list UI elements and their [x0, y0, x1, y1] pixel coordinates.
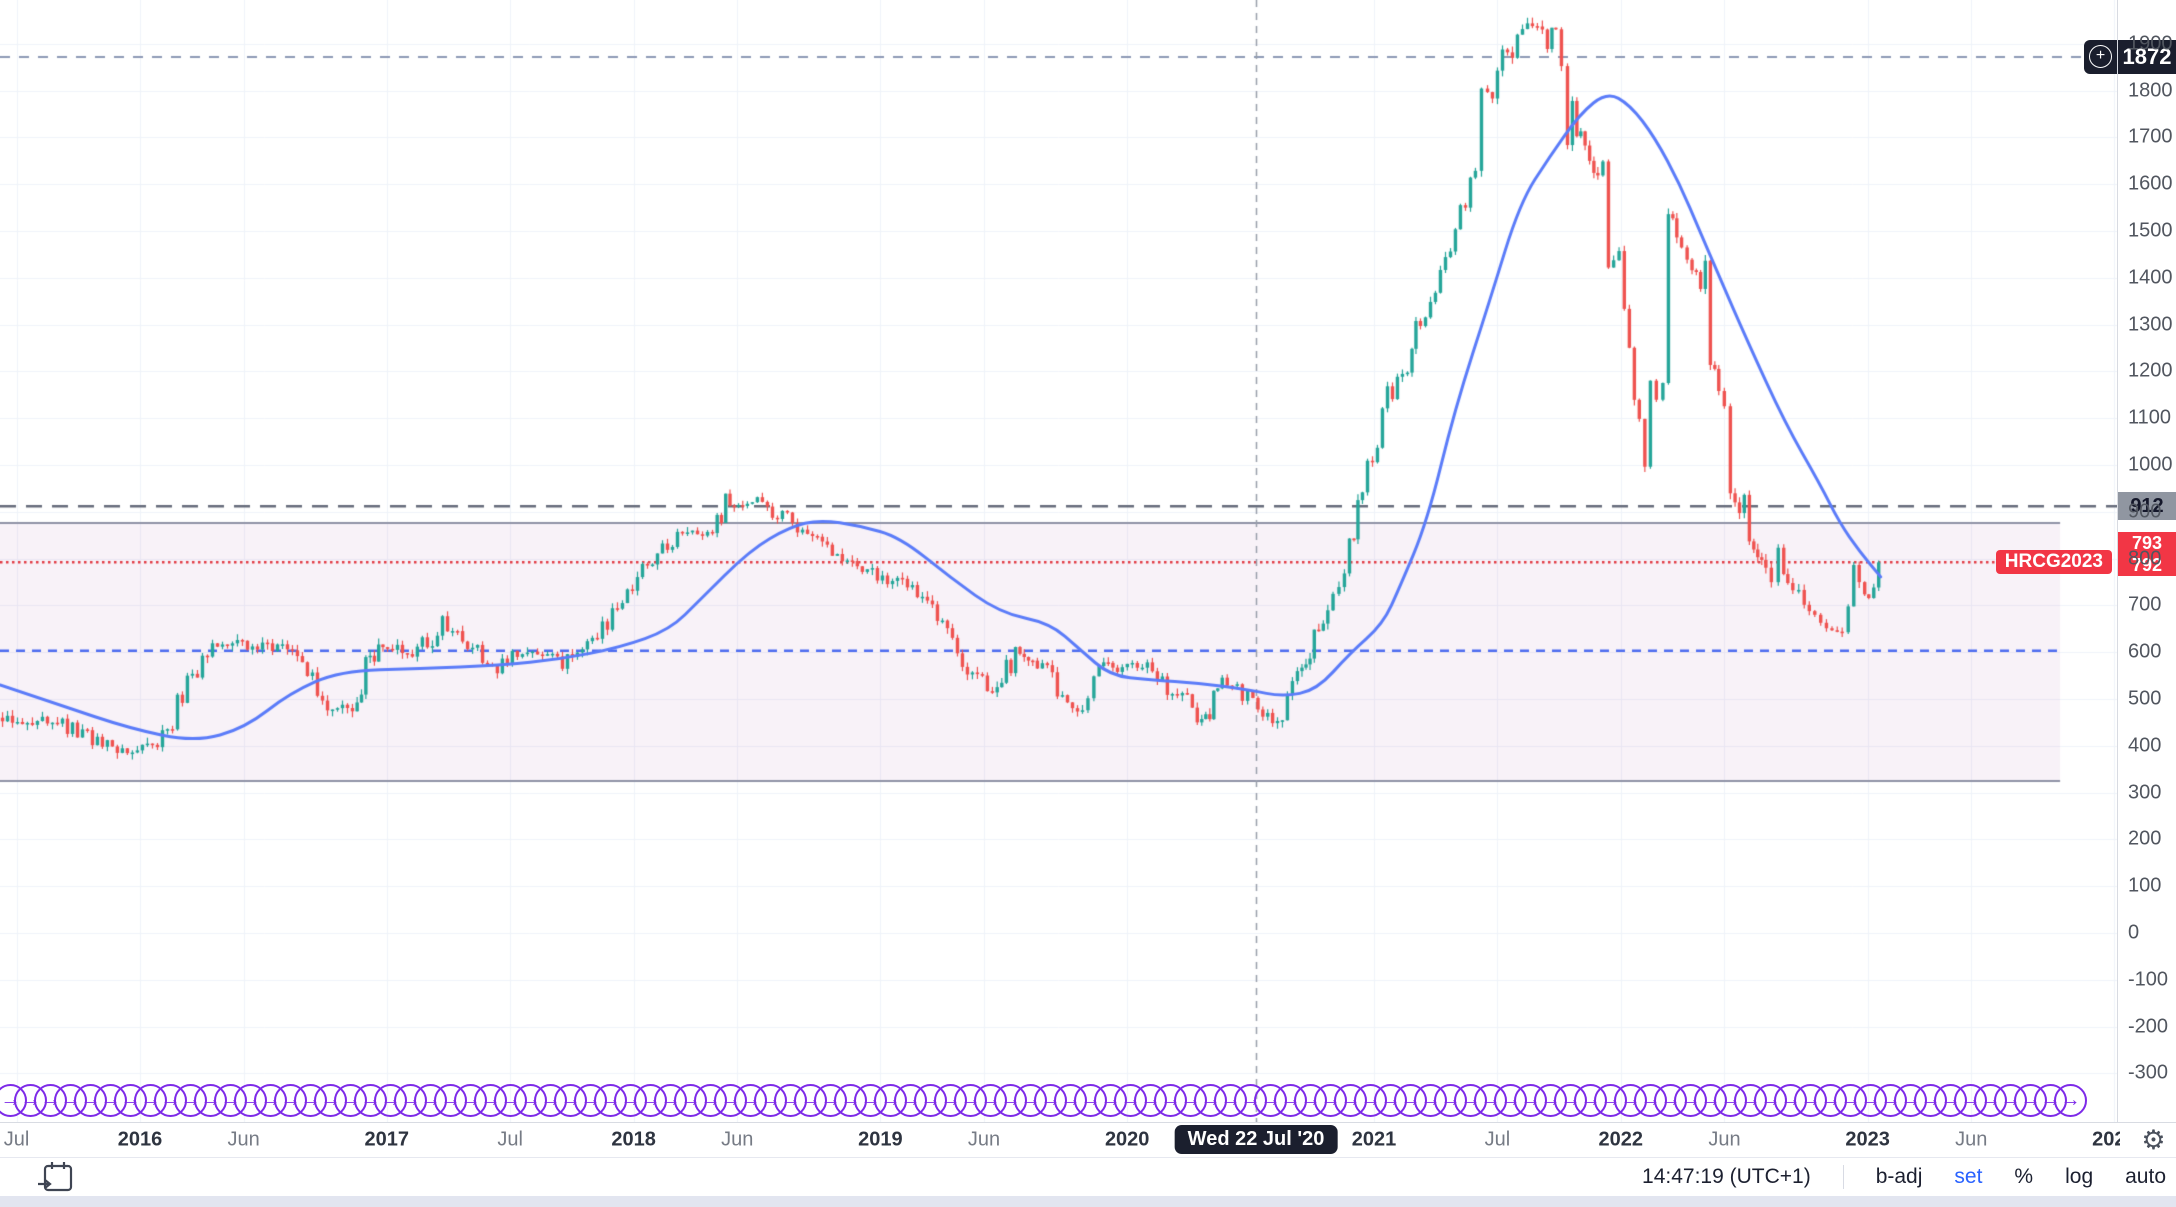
price-axis-label: 800 — [2128, 547, 2161, 570]
log-scale-toggle[interactable]: log — [2065, 1165, 2093, 1189]
horizontal-scrollbar[interactable] — [0, 1196, 2176, 1207]
go-to-date-button[interactable] — [36, 1160, 78, 1201]
time-axis-label-2024: 2024 — [2092, 1129, 2120, 1152]
time-axis-label-jun: Jun — [228, 1129, 260, 1152]
time-axis-label-jun: Jun — [968, 1129, 1000, 1152]
price-axis-label: 200 — [2128, 828, 2161, 851]
time-axis-label-jul: Jul — [1485, 1129, 1511, 1152]
time-axis-label-2022: 2022 — [1599, 1129, 1644, 1152]
set-button[interactable]: set — [1954, 1165, 1982, 1189]
price-axis-label: 600 — [2128, 641, 2161, 664]
time-axis-label-jun: Jun — [1955, 1129, 1987, 1152]
symbol-price-label: HRCG2023 — [1996, 550, 2112, 574]
percent-scale-toggle[interactable]: % — [2014, 1165, 2033, 1189]
price-axis-label: 1600 — [2128, 173, 2173, 196]
clock-status[interactable]: 14:47:19 (UTC+1) — [1642, 1165, 1811, 1189]
contract-rollover-markers-row: →→→→→→→→→→→→→→→→→→→→→→→→→→→→→→→→→→→→→→→→… — [0, 1084, 2113, 1121]
price-axis-label: -300 — [2128, 1062, 2168, 1085]
price-axis-label: 700 — [2128, 594, 2161, 617]
price-axis-label: 1000 — [2128, 454, 2173, 477]
add-alert-plus-button[interactable]: + — [2084, 40, 2117, 74]
plus-circle-icon: + — [2089, 45, 2112, 68]
time-axis-label-2021: 2021 — [1352, 1129, 1397, 1152]
time-axis-label-jul: Jul — [497, 1129, 523, 1152]
price-axis-label: 1100 — [2128, 407, 2171, 430]
price-chart-canvas[interactable] — [0, 0, 2117, 1122]
price-axis-label: 1500 — [2128, 220, 2173, 243]
price-axis-label: 500 — [2128, 688, 2161, 711]
price-axis-label: -200 — [2128, 1015, 2168, 1038]
price-axis-label: -100 — [2128, 968, 2168, 991]
price-axis-label: 1400 — [2128, 266, 2173, 289]
price-axis[interactable]: 1872 912 793 792 19001800170016001500140… — [2118, 0, 2176, 1122]
auto-scale-toggle[interactable]: auto — [2125, 1165, 2166, 1189]
price-axis-label: 900 — [2128, 500, 2161, 523]
price-axis-label: 0 — [2128, 922, 2139, 945]
crosshair-date-badge: Wed 22 Jul '20 — [1175, 1125, 1338, 1154]
price-axis-label: 400 — [2128, 734, 2161, 757]
time-axis-label-2020: 2020 — [1105, 1129, 1150, 1152]
price-axis-label: 1300 — [2128, 313, 2173, 336]
price-axis-label: 300 — [2128, 781, 2161, 804]
rollover-marker-icon[interactable]: → — [2054, 1084, 2087, 1117]
time-axis[interactable]: Wed 22 Jul '20 Jul 2016 Jun 2017 Jul 2018 Jun 2… — [0, 1123, 2120, 1157]
chart-window: →→→→→→→→→→→→→→→→→→→→→→→→→→→→→→→→→→→→→→→→… — [0, 0, 2176, 1207]
price-axis-label: 100 — [2128, 875, 2161, 898]
price-axis-label: 1700 — [2128, 126, 2173, 149]
time-axis-label-2019: 2019 — [858, 1129, 903, 1152]
calendar-arrow-icon — [36, 1160, 78, 1196]
time-axis-label-jun: Jun — [1708, 1129, 1740, 1152]
time-axis-label-2016: 2016 — [118, 1129, 163, 1152]
price-axis-label: 1900 — [2128, 32, 2173, 55]
price-axis-label: 1200 — [2128, 360, 2173, 383]
time-axis-label-2023: 2023 — [1845, 1129, 1890, 1152]
status-bar: 14:47:19 (UTC+1) b-adj set % log auto — [0, 1158, 2176, 1196]
status-separator — [1843, 1165, 1844, 1189]
time-axis-label-jul: Jul — [4, 1129, 30, 1152]
axis-settings-gear-icon[interactable]: ⚙ — [2131, 1124, 2176, 1157]
price-axis-label: 1800 — [2128, 79, 2173, 102]
time-axis-label-2017: 2017 — [365, 1129, 410, 1152]
time-axis-label-2018: 2018 — [611, 1129, 656, 1152]
badj-toggle[interactable]: b-adj — [1876, 1165, 1923, 1189]
time-axis-label-jun: Jun — [721, 1129, 753, 1152]
